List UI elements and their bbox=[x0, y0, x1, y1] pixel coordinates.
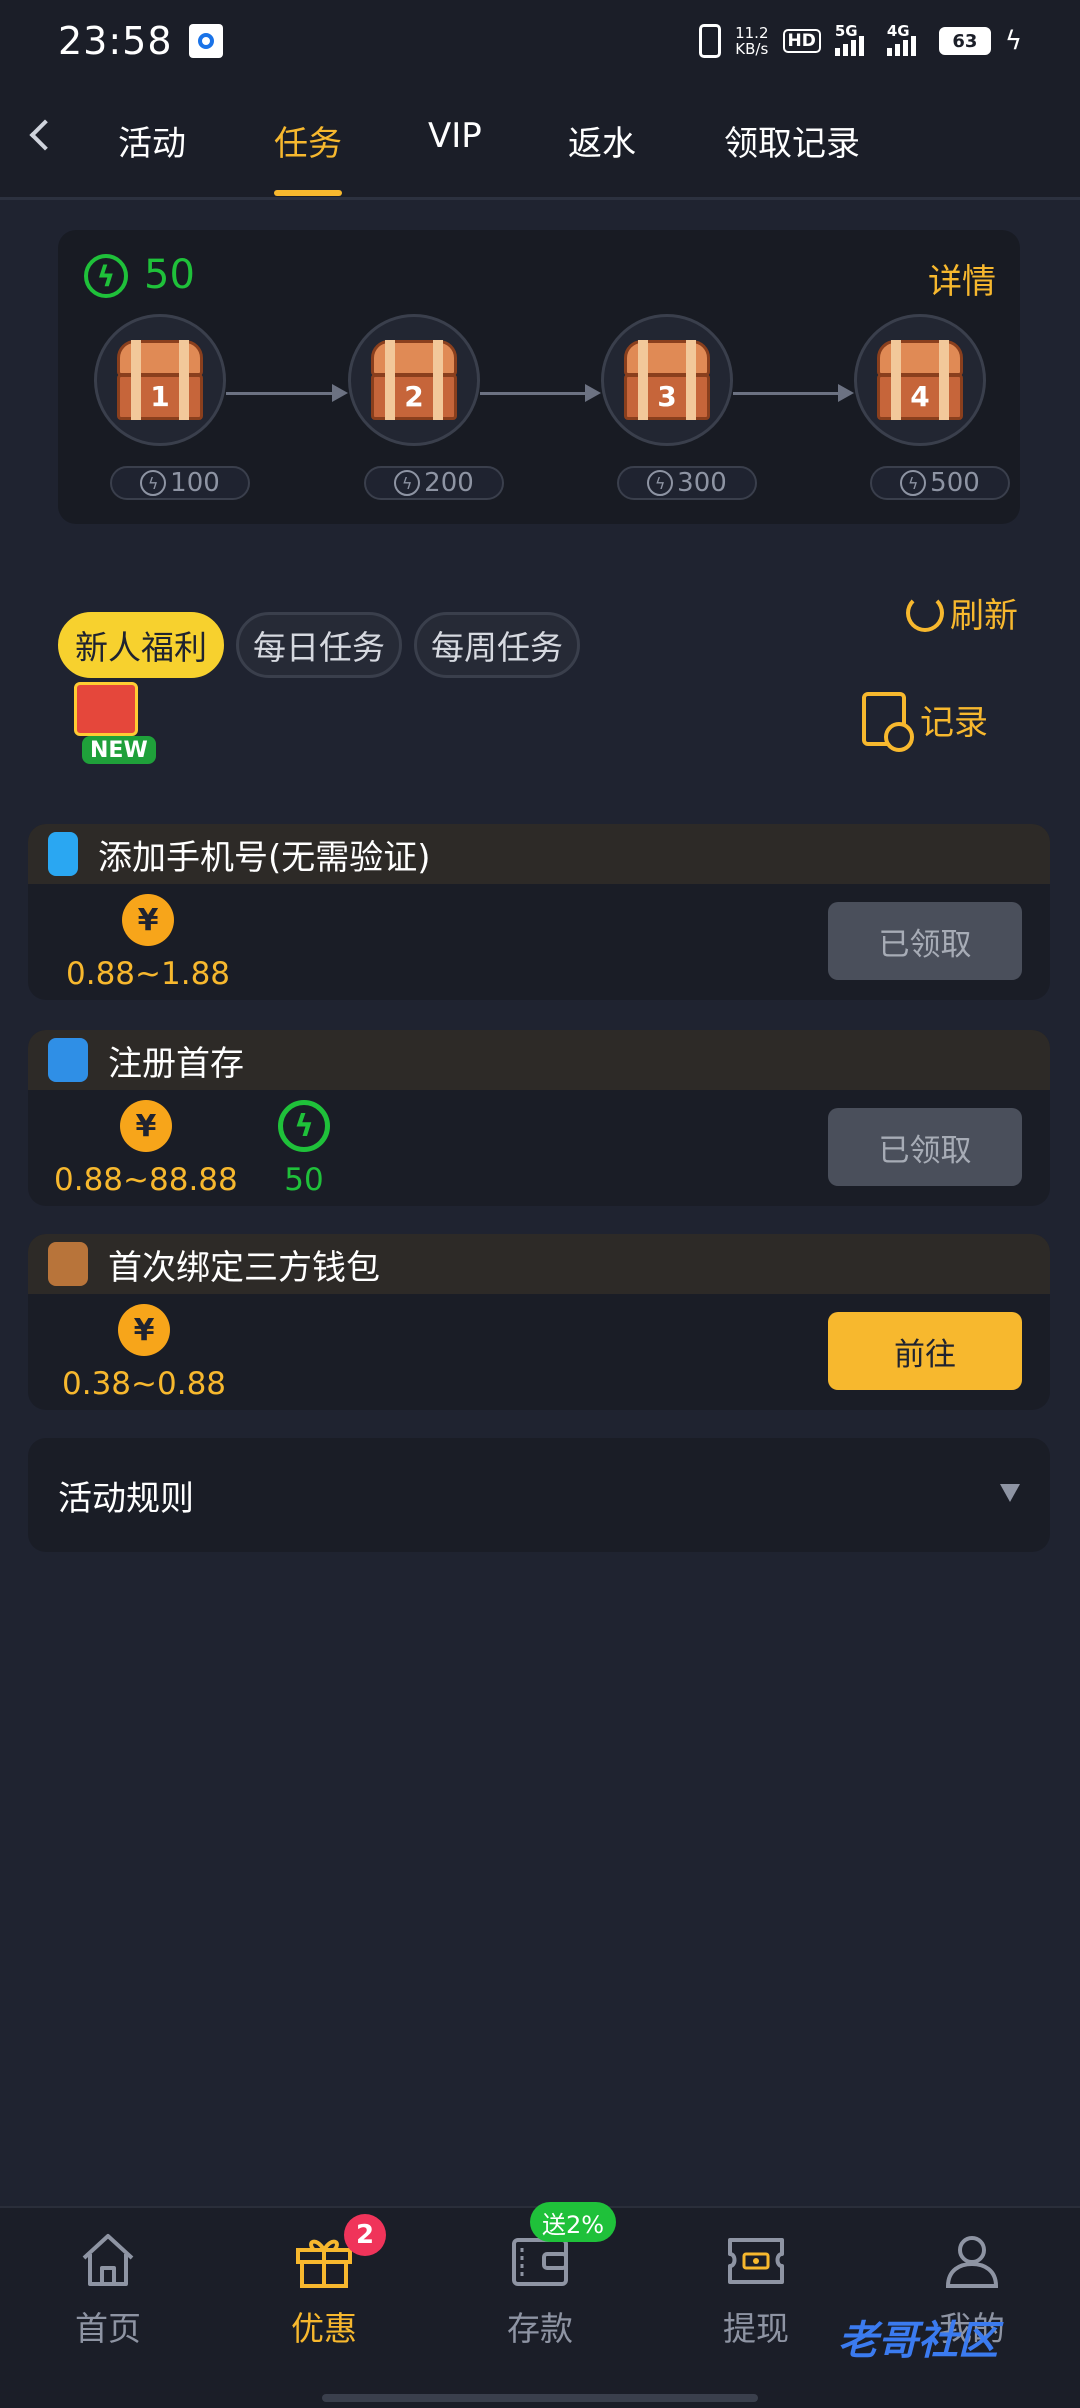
signal-4g-icon: 4G bbox=[886, 22, 925, 56]
tab-vip[interactable]: VIP bbox=[428, 116, 482, 156]
task-title: 添加手机号(无需验证) bbox=[98, 837, 431, 878]
tab-tasks[interactable]: 任务 bbox=[274, 116, 342, 165]
yuan-coin-icon: ¥ bbox=[122, 894, 175, 946]
tab-rebate[interactable]: 返水 bbox=[568, 116, 636, 165]
task-card-bind-wallet: 首次绑定三方钱包 ¥ 0.38~0.88 前往 bbox=[28, 1234, 1050, 1410]
active-tab-indicator bbox=[274, 190, 342, 196]
coin-reward: ¥ 0.38~0.88 bbox=[62, 1304, 226, 1402]
chest-3[interactable]: 3 bbox=[601, 314, 733, 446]
wallet-link-icon bbox=[48, 1242, 88, 1286]
task-header: 添加手机号(无需验证) bbox=[28, 824, 1050, 884]
arrow-right-icon bbox=[332, 384, 348, 402]
home-indicator[interactable] bbox=[322, 2394, 758, 2402]
energy-bolt-icon: ϟ bbox=[900, 470, 927, 496]
user-icon bbox=[940, 2228, 1004, 2292]
treasure-chest-icon: 2 bbox=[371, 340, 457, 420]
tab-claim-records[interactable]: 领取记录 bbox=[724, 116, 860, 165]
arrow-right-icon bbox=[838, 384, 854, 402]
top-tab-bar: 活动 任务 VIP 返水 领取记录 bbox=[0, 82, 1080, 200]
energy-reward-value: 50 bbox=[284, 1162, 324, 1198]
refresh-button[interactable]: 刷新 bbox=[906, 588, 1018, 637]
task-header: 注册首存 bbox=[28, 1030, 1050, 1090]
tab-newbie-benefits[interactable]: 新人福利 bbox=[58, 612, 224, 678]
status-indicators: 11.2 KB/s HD 5G 4G 63 ϟ bbox=[699, 22, 1022, 58]
chest-requirement: ϟ 300 bbox=[617, 466, 757, 500]
nav-deposit[interactable]: 送2% 存款 bbox=[470, 2202, 617, 2350]
chest-2[interactable]: 2 bbox=[348, 314, 480, 446]
chest-requirement: ϟ 500 bbox=[870, 466, 1010, 500]
status-bar: 23:58 11.2 KB/s HD 5G 4G 63 ϟ bbox=[0, 0, 1080, 82]
new-gift-icon: NEW bbox=[60, 678, 176, 768]
reward-range: 0.88~88.88 bbox=[54, 1162, 238, 1198]
app-notification-icon bbox=[188, 24, 223, 58]
treasure-chest-icon: 1 bbox=[117, 340, 203, 420]
charging-icon: ϟ bbox=[1004, 26, 1022, 56]
chest-1[interactable]: 1 bbox=[94, 314, 226, 446]
energy-bolt-icon: ϟ bbox=[394, 470, 421, 496]
task-card-add-phone: 添加手机号(无需验证) ¥ 0.88~1.88 已领取 bbox=[28, 824, 1050, 1000]
home-icon bbox=[76, 2228, 140, 2292]
yuan-coin-icon: ¥ bbox=[119, 1100, 172, 1152]
coin-reward: ¥ 0.88~88.88 bbox=[54, 1100, 238, 1198]
phone-add-icon bbox=[48, 832, 78, 876]
records-button[interactable]: 记录 bbox=[862, 692, 988, 752]
gift-icon: 2 bbox=[292, 2214, 386, 2292]
new-badge: NEW bbox=[82, 736, 156, 764]
go-button[interactable]: 前往 bbox=[828, 1312, 1022, 1390]
wallet-icon: 送2% bbox=[508, 2202, 617, 2292]
task-header: 首次绑定三方钱包 bbox=[28, 1234, 1050, 1294]
signal-5g-icon: 5G bbox=[834, 22, 873, 56]
ticket-icon bbox=[724, 2228, 788, 2292]
task-card-first-deposit: 注册首存 ¥ 0.88~88.88 ϟ 50 已领取 bbox=[28, 1030, 1050, 1206]
arrow-right-icon bbox=[585, 384, 601, 402]
chest-requirement: ϟ 200 bbox=[364, 466, 504, 500]
treasure-chest-icon: 3 bbox=[624, 340, 710, 420]
hd-voice-icon: HD bbox=[782, 29, 821, 53]
tab-daily-tasks[interactable]: 每日任务 bbox=[236, 612, 402, 678]
yuan-coin-icon: ¥ bbox=[118, 1304, 171, 1356]
task-title: 首次绑定三方钱包 bbox=[108, 1247, 380, 1288]
nav-withdraw[interactable]: 提现 bbox=[686, 2228, 826, 2350]
energy-bolt-icon: ϟ bbox=[140, 470, 167, 496]
progress-connector bbox=[480, 392, 587, 395]
watermark-logo: 老哥社区 bbox=[838, 2318, 998, 2364]
battery-icon: 63 bbox=[938, 27, 991, 55]
treasure-chest-icon: 4 bbox=[877, 340, 963, 420]
tab-weekly-tasks[interactable]: 每周任务 bbox=[414, 612, 580, 678]
coin-reward: ¥ 0.88~1.88 bbox=[66, 894, 230, 992]
details-link[interactable]: 详情 bbox=[928, 254, 996, 303]
progress-connector bbox=[733, 392, 840, 395]
status-time: 23:58 bbox=[58, 19, 173, 63]
reward-range: 0.88~1.88 bbox=[66, 956, 231, 992]
network-speed: 11.2 KB/s bbox=[735, 24, 769, 58]
notification-badge: 2 bbox=[344, 2214, 386, 2256]
rules-title: 活动规则 bbox=[58, 1478, 194, 1519]
energy-bolt-icon: ϟ bbox=[278, 1100, 330, 1152]
promo-badge: 送2% bbox=[530, 2202, 617, 2242]
bottom-nav: 首页 2 优惠 送2% 存款 提现 我的 bbox=[0, 2202, 1080, 2408]
nav-promotions[interactable]: 2 优惠 bbox=[254, 2214, 394, 2350]
claimed-button[interactable]: 已领取 bbox=[828, 1108, 1022, 1186]
chest-requirement: ϟ 100 bbox=[110, 466, 250, 500]
nav-home[interactable]: 首页 bbox=[38, 2228, 178, 2350]
chest-4[interactable]: 4 bbox=[854, 314, 986, 446]
tab-activity[interactable]: 活动 bbox=[118, 116, 186, 165]
record-clock-icon bbox=[862, 692, 914, 752]
vibrate-icon bbox=[699, 24, 722, 58]
activity-rules-toggle[interactable]: 活动规则 bbox=[28, 1438, 1050, 1552]
deposit-bag-icon bbox=[48, 1038, 88, 1082]
reward-range: 0.38~0.88 bbox=[62, 1366, 227, 1402]
energy-bolt-icon: ϟ bbox=[84, 254, 128, 298]
claimed-button[interactable]: 已领取 bbox=[828, 902, 1022, 980]
chevron-down-icon bbox=[1000, 1484, 1020, 1502]
back-arrow-icon[interactable] bbox=[29, 119, 61, 151]
refresh-icon bbox=[906, 593, 944, 632]
energy-reward: ϟ 50 bbox=[278, 1100, 330, 1198]
energy-value: 50 bbox=[144, 252, 195, 298]
progress-connector bbox=[226, 392, 334, 395]
task-title: 注册首存 bbox=[108, 1043, 244, 1084]
energy-bolt-icon: ϟ bbox=[647, 470, 674, 496]
